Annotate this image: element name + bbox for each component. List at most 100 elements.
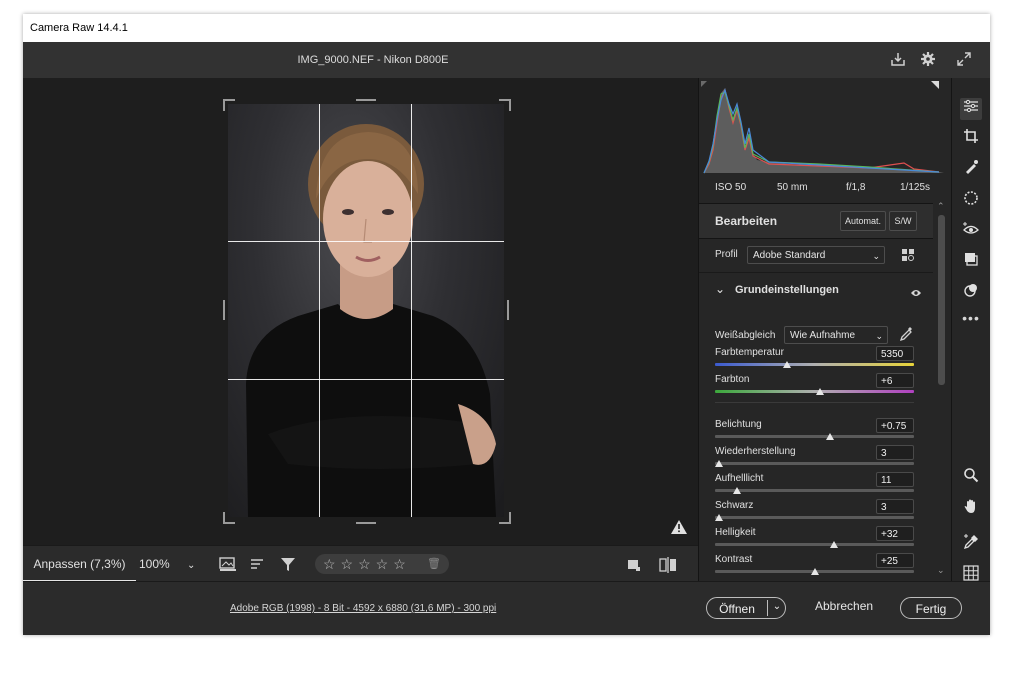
chevron-down-icon[interactable]: ⌄: [767, 600, 786, 616]
rating-stars[interactable]: ☆☆☆☆☆ 🗑: [315, 554, 449, 574]
wb-value: Wie Aufnahme: [790, 330, 856, 341]
crop-handle[interactable]: [499, 99, 511, 111]
crop-handle[interactable]: [223, 99, 235, 111]
section-divider: [715, 402, 914, 403]
slider-label: Wiederherstellung: [715, 446, 796, 457]
slider-thumb[interactable]: [732, 487, 741, 494]
crop-grid-line: [411, 104, 412, 517]
profile-label: Profil: [715, 249, 738, 260]
chevron-down-icon[interactable]: ⌄: [187, 560, 195, 571]
profile-select[interactable]: Adobe Standard ⌄: [747, 246, 885, 264]
open-label: Öffnen: [719, 602, 755, 616]
hand-icon[interactable]: [960, 498, 982, 520]
bw-button[interactable]: S/W: [889, 211, 917, 231]
chevron-down-icon: ⌄: [875, 331, 883, 341]
crop-handle[interactable]: [499, 512, 511, 524]
more-icon[interactable]: •••: [960, 307, 982, 329]
crop-handle[interactable]: [356, 522, 376, 524]
slider-label: Belichtung: [715, 419, 762, 430]
red-eye-icon[interactable]: [960, 221, 982, 243]
basic-section-title: Grundeinstellungen: [735, 284, 839, 296]
zoom-100-button[interactable]: 100% ⌄: [139, 546, 199, 582]
slider-value-input[interactable]: 11: [876, 472, 914, 487]
crop-handle[interactable]: [223, 300, 225, 320]
gear-icon[interactable]: [919, 51, 937, 69]
slider-value-input[interactable]: +6: [876, 373, 914, 388]
presets-icon[interactable]: [960, 282, 982, 304]
slider-track[interactable]: [715, 543, 914, 546]
slider-thumb[interactable]: [782, 361, 791, 368]
slider-thumb[interactable]: [826, 433, 835, 440]
exif-focal-length: 50 mm: [777, 182, 808, 193]
crop-handle[interactable]: [356, 99, 376, 101]
slider-thumb[interactable]: [816, 388, 825, 395]
slider-label: Helligkeit: [715, 527, 756, 538]
slider-track[interactable]: [715, 435, 914, 438]
exif-shutter: 1/125s: [900, 182, 931, 193]
chevron-down-icon[interactable]: ⌄: [715, 282, 725, 296]
filmstrip-icon[interactable]: [219, 556, 237, 577]
crop-grid-line: [228, 241, 504, 242]
warning-icon[interactable]: [670, 519, 688, 540]
crop-handle[interactable]: [223, 512, 235, 524]
footer-bar: Adobe RGB (1998) - 8 Bit - 4592 x 6880 (…: [23, 581, 990, 635]
slider-track[interactable]: [715, 390, 914, 393]
crop-handle[interactable]: [507, 300, 509, 320]
image-canvas[interactable]: [23, 78, 698, 545]
done-button[interactable]: Fertig: [900, 597, 962, 619]
wb-select[interactable]: Wie Aufnahme ⌄: [784, 326, 888, 344]
slider-track[interactable]: [715, 462, 914, 465]
slider-track[interactable]: [715, 363, 914, 366]
slider-value-input[interactable]: +0.75: [876, 418, 914, 433]
exif-iso: ISO 50: [715, 182, 747, 193]
profile-browser-icon[interactable]: [901, 248, 915, 267]
star-rating[interactable]: ☆☆☆☆☆: [323, 556, 411, 572]
zoom-icon[interactable]: [960, 467, 982, 489]
scroll-up-icon[interactable]: ⌃: [937, 201, 945, 212]
sort-icon[interactable]: [250, 556, 266, 577]
trash-icon[interactable]: 🗑: [427, 554, 441, 574]
slider-label: Schwarz: [715, 500, 754, 511]
healing-brush-icon[interactable]: [960, 159, 982, 181]
scroll-down-icon[interactable]: ⌄: [937, 565, 945, 576]
compare-view-icon[interactable]: [659, 556, 677, 579]
slider-value-input[interactable]: +32: [876, 526, 914, 541]
snapshots-icon[interactable]: [960, 251, 982, 273]
crop-grid-line: [319, 104, 320, 517]
eye-icon[interactable]: [910, 285, 922, 303]
workflow-options-link[interactable]: Adobe RGB (1998) - 8 Bit - 4592 x 6880 (…: [230, 603, 496, 614]
scrollbar-thumb[interactable]: [938, 215, 945, 385]
edit-sliders-icon[interactable]: [960, 98, 982, 120]
open-button[interactable]: Öffnen ⌄: [706, 597, 786, 619]
basic-section-header[interactable]: ⌄ Grundeinstellungen: [699, 273, 935, 307]
fullscreen-icon[interactable]: [955, 51, 973, 69]
slider-thumb[interactable]: [830, 541, 839, 548]
slider-thumb[interactable]: [714, 514, 723, 521]
slider-track[interactable]: [715, 489, 914, 492]
slider-thumb[interactable]: [810, 568, 819, 575]
slider-value-input[interactable]: 3: [876, 499, 914, 514]
profile-row: Profil Adobe Standard ⌄: [699, 238, 935, 273]
top-bar: IMG_9000.NEF - Nikon D800E: [23, 42, 990, 79]
edit-header: Bearbeiten Automat. S/W: [699, 203, 935, 239]
tool-strip: •••: [951, 78, 990, 581]
panel-scrollbar[interactable]: ⌃ ⌄: [933, 201, 950, 581]
before-after-icon[interactable]: [627, 558, 641, 577]
auto-button[interactable]: Automat.: [840, 211, 886, 231]
filter-icon[interactable]: [280, 556, 296, 577]
slider-track[interactable]: [715, 516, 914, 519]
save-icon[interactable]: [889, 51, 907, 69]
exif-aperture: f/1,8: [846, 182, 866, 193]
color-sampler-icon[interactable]: [960, 534, 982, 556]
eyedropper-icon[interactable]: [899, 326, 913, 347]
slider-value-input[interactable]: +25: [876, 553, 914, 568]
zoom-fit-button[interactable]: Anpassen (7,3%): [23, 546, 136, 582]
slider-value-input[interactable]: 3: [876, 445, 914, 460]
slider-value-input[interactable]: 5350: [876, 346, 914, 361]
chevron-down-icon: ⌄: [872, 251, 880, 261]
crop-icon[interactable]: [960, 128, 982, 150]
mask-icon[interactable]: [960, 190, 982, 212]
slider-label: Kontrast: [715, 554, 753, 565]
cancel-button[interactable]: Abbrechen: [815, 599, 873, 613]
slider-thumb[interactable]: [714, 460, 723, 467]
